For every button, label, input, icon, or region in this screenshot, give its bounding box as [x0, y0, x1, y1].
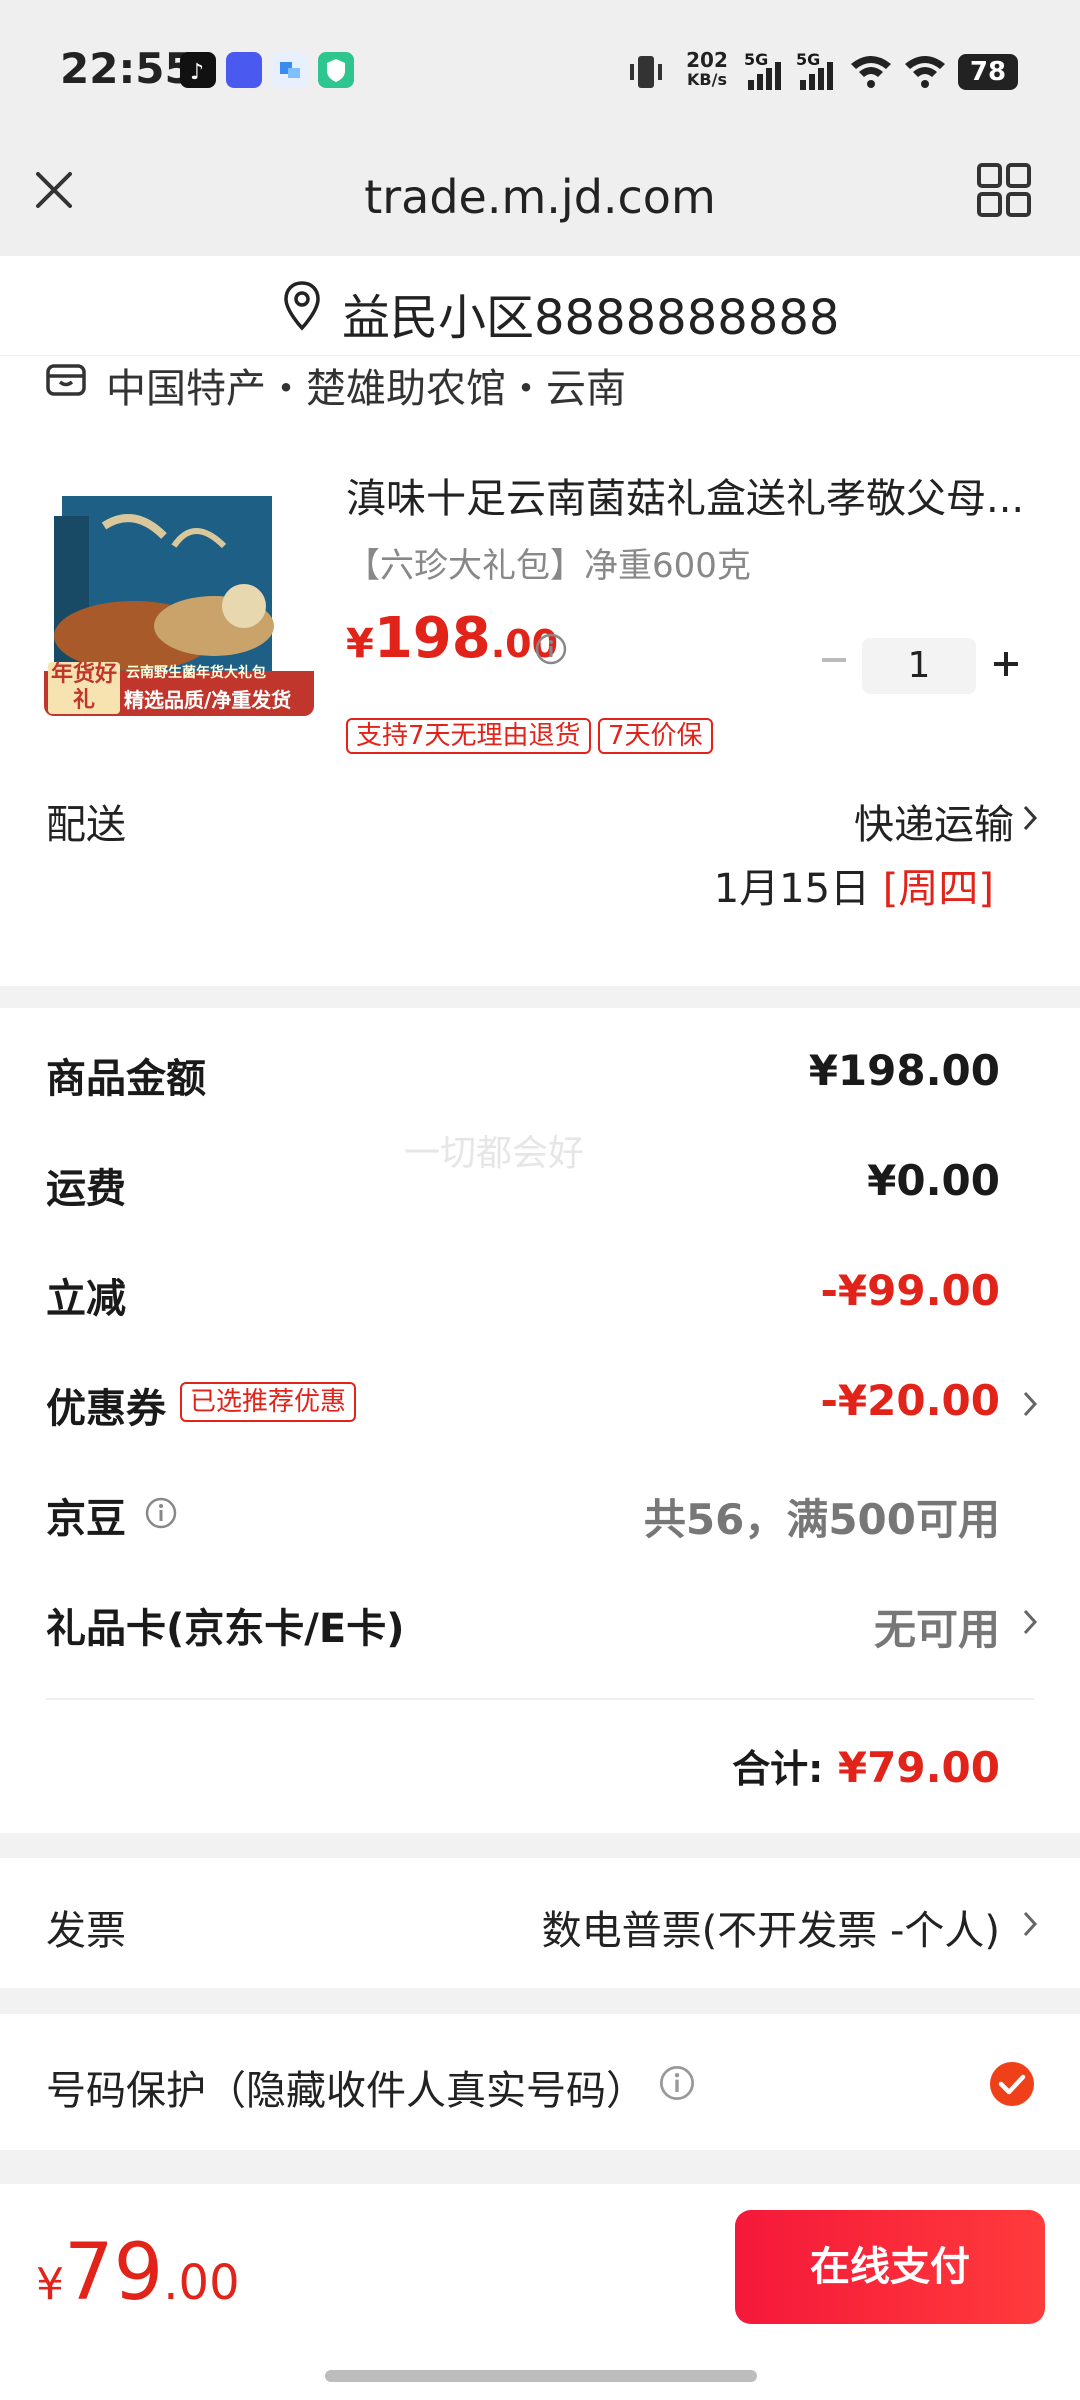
- address-text: 益民小区8888888888: [342, 290, 840, 346]
- delivery-date-value: 1月15日: [713, 866, 871, 912]
- pay-online-button[interactable]: 在线支付: [735, 2210, 1045, 2324]
- shop-name[interactable]: 中国特产・楚雄助农馆・云南: [106, 356, 626, 414]
- image-banner: 云南野生菌年货大礼包: [126, 665, 266, 681]
- shipping-label: 运费: [46, 1166, 126, 1212]
- product-card: 中国特产・楚雄助农馆・云南 年货好礼 云南野生菌年货大礼包 精选品质/净重发货 …: [0, 356, 1080, 986]
- watermark: 一切都会好: [404, 1133, 585, 1174]
- menu-grid-icon[interactable]: [976, 162, 1032, 222]
- coupon-label[interactable]: 优惠券: [46, 1376, 166, 1434]
- invoice-chevron-icon[interactable]: [1020, 1908, 1040, 1944]
- invoice-label: 发票: [46, 1908, 126, 1954]
- price-symbol: ¥: [346, 621, 374, 667]
- product-image[interactable]: 年货好礼 云南野生菌年货大礼包 精选品质/净重发货: [44, 486, 314, 716]
- sim2-label: 5G: [796, 50, 821, 69]
- decrease-quantity-button[interactable]: [818, 632, 850, 699]
- battery-icon: 78: [958, 54, 1018, 90]
- gift-card-chevron-icon[interactable]: [1020, 1606, 1040, 1642]
- jd-beans-value: 共56，满500可用: [643, 1495, 1000, 1544]
- invoice-row[interactable]: 发票 数电普票(不开发票 -个人): [0, 1858, 1080, 1988]
- net-speed: 202 KB/s: [682, 50, 732, 90]
- signal-icon: 5G: [744, 50, 788, 98]
- app-icon: [272, 52, 308, 88]
- image-badge: 年货好礼: [48, 662, 120, 714]
- checkout-bar: ¥79.00 在线支付: [0, 2184, 1080, 2400]
- svg-text:♪: ♪: [190, 60, 204, 85]
- wifi-icon: [848, 52, 894, 96]
- coupon-value[interactable]: -¥20.00: [820, 1376, 1000, 1425]
- coupon-chevron-icon[interactable]: [1020, 1388, 1040, 1424]
- tag-price-protect: 7天价保: [598, 718, 713, 754]
- net-speed-value: 202: [686, 48, 728, 72]
- product-title[interactable]: 滇味十足云南菌菇礼盒送礼孝敬父母...: [346, 466, 1026, 524]
- net-speed-unit: KB/s: [687, 70, 727, 89]
- quantity-input[interactable]: 1: [862, 638, 976, 694]
- total-row: 合计: ¥79.00: [732, 1738, 1000, 1793]
- number-protect-checkbox[interactable]: [988, 2060, 1036, 2112]
- number-protect-info-icon[interactable]: [658, 2064, 696, 2106]
- location-pin-icon: [282, 280, 322, 336]
- wifi-icon-2: [902, 52, 948, 96]
- footer-price-decimal: .00: [163, 2255, 240, 2311]
- number-protect-row[interactable]: 号码保护（隐藏收件人真实号码）: [0, 2014, 1080, 2150]
- image-footer: 精选品质/净重发货: [124, 688, 292, 712]
- jd-beans-label: 京豆: [46, 1496, 126, 1542]
- delivery-date: 1月15日 [周四]: [714, 856, 994, 914]
- total-value: ¥79.00: [837, 1743, 1000, 1792]
- shop-icon: [44, 356, 88, 404]
- sim1-label: 5G: [744, 50, 769, 69]
- gift-card-label[interactable]: 礼品卡(京东卡/E卡): [46, 1596, 405, 1654]
- discount-label: 立减: [46, 1276, 126, 1322]
- discount-value: -¥99.00: [820, 1266, 1000, 1315]
- footer-price-symbol: ¥: [36, 2259, 64, 2310]
- total-label: 合计:: [732, 1747, 824, 1791]
- status-bar: 22:55 ♪ 202 KB/s 5G 5G 78: [0, 0, 1080, 140]
- invoice-value[interactable]: 数电普票(不开发票 -个人): [542, 1898, 1000, 1956]
- delivery-label: 配送: [46, 802, 126, 848]
- footer-price-integer: 79: [64, 2228, 164, 2318]
- tiktok-icon: ♪: [180, 52, 216, 88]
- vivo-icon: [226, 52, 262, 88]
- delivery-method[interactable]: 快递运输: [854, 792, 1014, 850]
- increase-quantity-button[interactable]: [990, 636, 1022, 696]
- goods-amount-value: ¥198.00: [808, 1046, 1000, 1095]
- status-time: 22:55: [60, 44, 194, 93]
- coupon-tag: 已选推荐优惠: [180, 1382, 357, 1422]
- delivery-weekday: [周四]: [882, 866, 994, 912]
- home-indicator[interactable]: [325, 2370, 757, 2382]
- battery-level: 78: [969, 57, 1007, 87]
- tag-7day-return: 支持7天无理由退货: [346, 718, 591, 754]
- browser-toolbar: trade.m.jd.com: [0, 140, 1080, 256]
- chevron-right-icon[interactable]: [1020, 802, 1040, 838]
- vibrate-icon: [624, 52, 668, 96]
- product-price: ¥198.00: [346, 606, 558, 671]
- shield-app-icon: [318, 52, 354, 88]
- product-spec[interactable]: 【六珍大礼包】净重600克: [346, 538, 751, 587]
- signal-icon-2: 5G: [796, 50, 840, 98]
- beans-info-icon[interactable]: [144, 1496, 178, 1534]
- url-text: trade.m.jd.com: [364, 170, 716, 224]
- divider: [46, 1698, 1034, 1700]
- number-protect-label: 号码保护（隐藏收件人真实号码）: [46, 2068, 646, 2114]
- address-bar[interactable]: 益民小区8888888888: [0, 256, 1080, 356]
- footer-price: ¥79.00: [36, 2228, 240, 2318]
- shipping-value: ¥0.00: [867, 1156, 1000, 1205]
- gift-card-value[interactable]: 无可用: [874, 1596, 1000, 1657]
- info-icon[interactable]: [534, 632, 568, 670]
- goods-amount-label: 商品金额: [46, 1056, 206, 1102]
- price-integer: 198: [373, 606, 491, 671]
